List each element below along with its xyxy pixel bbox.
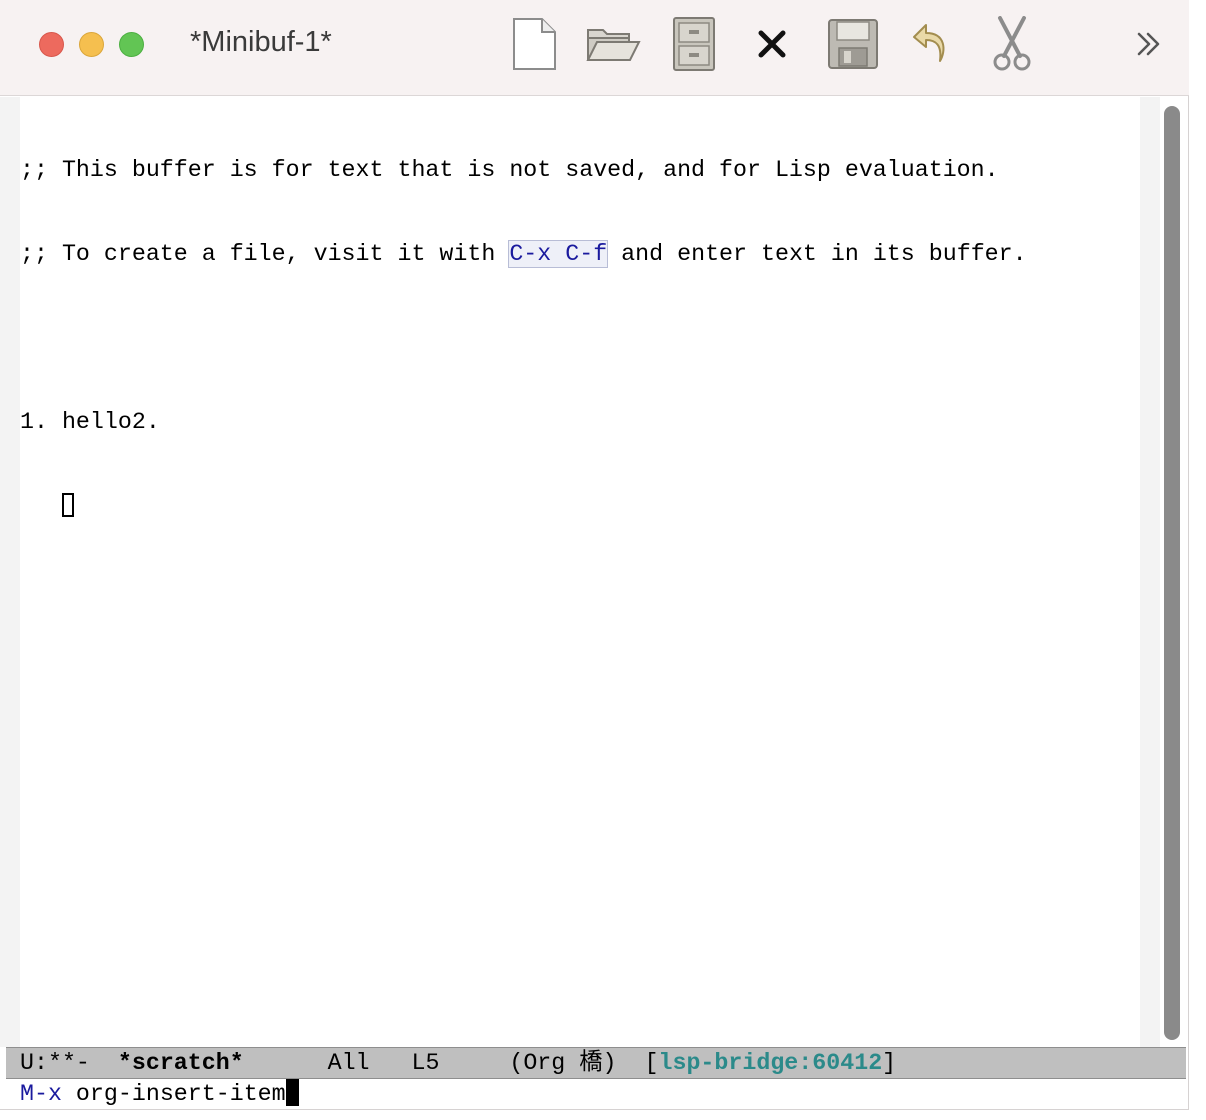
save-button[interactable] (826, 14, 880, 74)
buffer-line-4: 1. hello2. (20, 409, 160, 435)
buffer-line-5 (20, 492, 1027, 520)
right-fringe (1140, 97, 1160, 1047)
scratch-buffer-text-area[interactable]: ;; This buffer is for text that is not s… (20, 100, 1140, 1045)
buffer-line-2-suffix: and enter text in its buffer. (607, 241, 1027, 267)
undo-arrow-icon (913, 24, 945, 62)
text-cursor (61, 493, 74, 517)
mode-line[interactable]: U:**- *scratch* All L5 (Org 橋) [lsp-brid… (6, 1047, 1186, 1079)
blank-document-icon (513, 18, 556, 70)
modeline-major-mode[interactable]: (Org 橋) (509, 1050, 616, 1076)
modeline-status: U:**- (20, 1050, 118, 1076)
scrollbar-thumb[interactable] (1164, 106, 1180, 1040)
modeline-lsp-close: ] (882, 1050, 897, 1076)
file-cabinet-icon (673, 17, 715, 71)
minimize-window-button[interactable] (79, 32, 104, 57)
modeline-buffer-name[interactable]: *scratch* (118, 1050, 244, 1076)
modeline-position: All L5 (243, 1050, 510, 1076)
new-file-button[interactable] (508, 14, 560, 74)
double-chevron-right-icon (1137, 32, 1160, 56)
buffer-line-3 (20, 324, 1027, 352)
dired-button[interactable] (668, 14, 720, 74)
minibuffer-prompt: M-x (20, 1081, 62, 1107)
window-title: *Minibuf-1* (190, 26, 332, 58)
scissors-icon (993, 16, 1031, 71)
open-folder-icon (586, 29, 641, 61)
buffer-line-5-indent (20, 493, 62, 519)
left-fringe (0, 97, 20, 1047)
open-file-button[interactable] (584, 14, 642, 74)
minibuffer[interactable]: M-x org-insert-item (0, 1079, 1188, 1109)
emacs-window: *Minibuf-1* ;; This buffer is for text t… (0, 0, 1189, 1110)
buffer-content[interactable]: ;; This buffer is for text that is not s… (20, 100, 1027, 576)
minibuffer-cursor (285, 1079, 299, 1106)
modeline-lsp-status[interactable]: lsp-bridge:60412 (658, 1050, 882, 1076)
title-bar[interactable]: *Minibuf-1* (0, 0, 1189, 96)
close-window-button[interactable] (39, 32, 64, 57)
buffer-line-1: ;; This buffer is for text that is not s… (20, 157, 999, 183)
floppy-disk-icon (828, 19, 878, 69)
close-x-icon (758, 30, 786, 58)
kill-buffer-button[interactable] (752, 14, 792, 74)
keybinding-link[interactable]: C-x C-f (508, 240, 609, 268)
zoom-window-button[interactable] (119, 32, 144, 57)
buffer-line-2: ;; To create a file, visit it with C-x C… (20, 240, 1027, 268)
undo-button[interactable] (908, 14, 954, 74)
modeline-lsp-open: [ (616, 1050, 659, 1076)
buffer-line-2-prefix: ;; To create a file, visit it with (20, 241, 510, 267)
cut-button[interactable] (988, 14, 1036, 74)
toolbar-overflow-button[interactable] (1133, 28, 1165, 65)
minibuffer-input[interactable]: org-insert-item (62, 1081, 286, 1107)
